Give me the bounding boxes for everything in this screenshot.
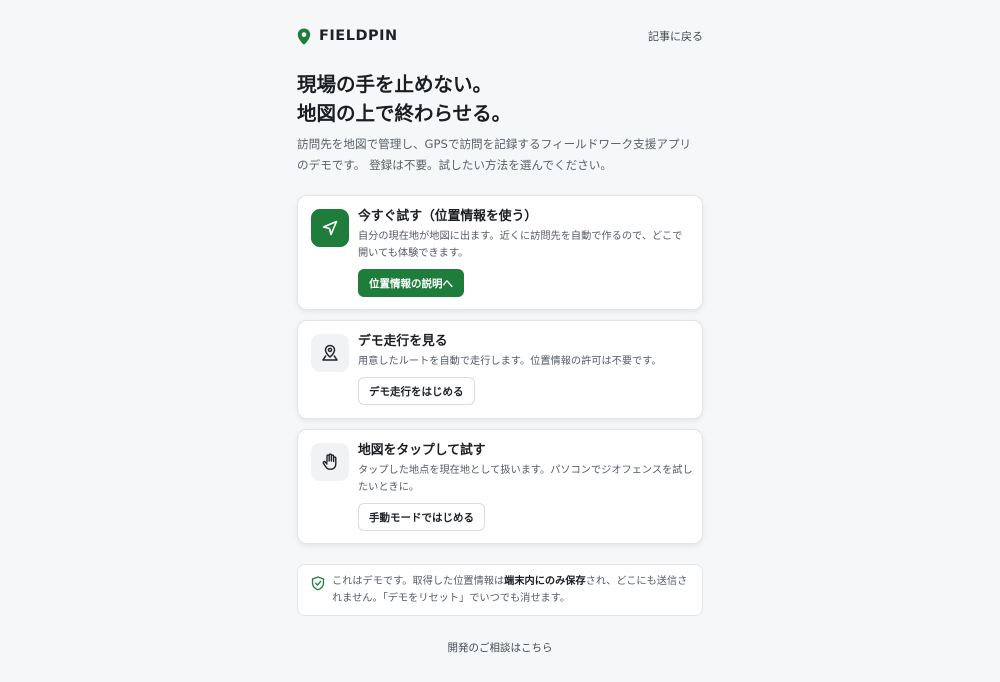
try-now-card-body: 今すぐ試す（位置情報を使う） 自分の現在地が地図に出ます。近くに訪問先を自動で作… <box>358 208 694 297</box>
map-pin-icon <box>297 28 311 45</box>
privacy-notice: これはデモです。取得した位置情報は端末内にのみ保存され、どこにも送信さ れません… <box>297 564 703 616</box>
demo-drive-card-body: デモ走行を見る 用意したルートを自動で走行します。位置情報の許可は不要です。 デ… <box>358 333 694 405</box>
navigation-arrow-icon <box>311 209 349 247</box>
brand-name: FIELDPIN <box>319 28 398 44</box>
try-now-card: 今すぐ試す（位置情報を使う） 自分の現在地が地図に出ます。近くに訪問先を自動で作… <box>297 195 703 310</box>
page-title: 現場の手を止めない。 地図の上で終わらせる。 <box>297 70 703 128</box>
back-to-article-link[interactable]: 記事に戻る <box>648 28 703 44</box>
card-description-line-1: タップした地点を現在地として扱います。パソコンでジオフェンスを試し <box>358 465 693 476</box>
start-manual-mode-button[interactable]: 手動モードではじめる <box>358 503 485 531</box>
contact-link[interactable]: 開発のご相談はこちら <box>297 640 703 655</box>
card-description-line-1: 自分の現在地が地図に出ます。近くに訪問先を自動で作るので、どこで <box>358 231 683 242</box>
card-description-line-2: 開いても体験できます。 <box>358 248 469 259</box>
tap-map-card: 地図をタップして試す タップした地点を現在地として扱います。パソコンでジオフェン… <box>297 429 703 544</box>
intro-text: 訪問先を地図で管理し、GPSで訪問を記録するフィールドワーク支援アプリ のデモで… <box>297 134 703 176</box>
shield-check-icon <box>311 576 325 595</box>
hand-tap-icon <box>311 443 349 481</box>
card-description-line-1: 用意したルートを自動で走行します。位置情報の許可は不要です。 <box>358 356 662 367</box>
map-person-pin-icon <box>311 334 349 372</box>
page-title-line-1: 現場の手を止めない。 <box>297 73 493 96</box>
notice-text-part: これはデモです。取得した位置情報は <box>332 576 505 587</box>
page-title-line-2: 地図の上で終わらせる。 <box>297 102 512 125</box>
intro-line-2: のデモです。 登録は不要。試したい方法を選んでください。 <box>297 158 612 172</box>
notice-text-emphasis: 端末内にのみ保存 <box>504 576 586 587</box>
card-title: 今すぐ試す（位置情報を使う） <box>358 209 538 224</box>
start-demo-drive-button[interactable]: デモ走行をはじめる <box>358 377 475 405</box>
demo-drive-card: デモ走行を見る 用意したルートを自動で走行します。位置情報の許可は不要です。 デ… <box>297 320 703 419</box>
privacy-notice-text: これはデモです。取得した位置情報は端末内にのみ保存され、どこにも送信さ れません… <box>332 573 692 607</box>
card-title: デモ走行を見る <box>358 334 448 349</box>
top-bar: FIELDPIN 記事に戻る <box>297 26 703 46</box>
card-description: 用意したルートを自動で走行します。位置情報の許可は不要です。 <box>358 353 694 370</box>
notice-text-line-2: れません。「デモをリセット」でいつでも消せます。 <box>332 593 571 604</box>
brand[interactable]: FIELDPIN <box>297 28 398 45</box>
intro-line-1: 訪問先を地図で管理し、GPSで訪問を記録するフィールドワーク支援アプリ <box>297 137 692 151</box>
notice-text-part: され、どこにも送信さ <box>585 576 688 587</box>
tap-map-card-body: 地図をタップして試す タップした地点を現在地として扱います。パソコンでジオフェン… <box>358 442 694 531</box>
card-title: 地図をタップして試す <box>358 443 486 458</box>
location-info-button[interactable]: 位置情報の説明へ <box>358 269 464 297</box>
card-description: タップした地点を現在地として扱います。パソコンでジオフェンスを試し たいときに。 <box>358 462 694 496</box>
card-description-line-2: たいときに。 <box>358 482 420 493</box>
card-description: 自分の現在地が地図に出ます。近くに訪問先を自動で作るので、どこで 開いても体験で… <box>358 228 694 262</box>
